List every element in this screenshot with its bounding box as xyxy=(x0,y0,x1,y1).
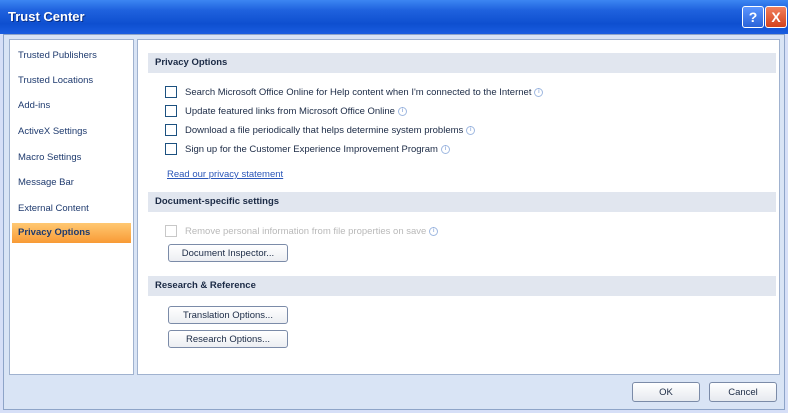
privacy-options-header: Privacy Options xyxy=(148,53,776,73)
document-settings-header: Document-specific settings xyxy=(148,192,776,212)
option-label: Sign up for the Customer Experience Impr… xyxy=(185,143,438,155)
sidebar-item-trusted-publishers[interactable]: Trusted Publishers xyxy=(12,46,131,66)
privacy-statement-link[interactable]: Read our privacy statement xyxy=(167,169,283,180)
option-label: Update featured links from Microsoft Off… xyxy=(185,105,395,117)
option-download-diagnostics[interactable]: Download a file periodically that helps … xyxy=(165,123,476,137)
sidebar-item-macro-settings[interactable]: Macro Settings xyxy=(12,148,131,168)
sidebar-item-trusted-locations[interactable]: Trusted Locations xyxy=(12,71,131,91)
checkbox[interactable] xyxy=(165,105,177,117)
research-reference-header: Research & Reference xyxy=(148,276,776,296)
info-icon: i xyxy=(397,106,407,116)
sidebar-nav: Trusted Publishers Trusted Locations Add… xyxy=(9,39,134,375)
checkbox xyxy=(165,225,177,237)
settings-panel: Privacy Options Search Microsoft Office … xyxy=(137,39,780,375)
dialog-title: Trust Center xyxy=(8,9,85,24)
option-update-featured-links[interactable]: Update featured links from Microsoft Off… xyxy=(165,104,407,118)
trust-center-dialog: Trust Center ? X Trusted Publishers Trus… xyxy=(0,0,788,413)
document-inspector-button[interactable]: Document Inspector... xyxy=(168,244,288,262)
close-button[interactable]: X xyxy=(765,6,787,28)
ok-button[interactable]: OK xyxy=(632,382,700,402)
info-icon: i xyxy=(429,226,439,236)
checkbox[interactable] xyxy=(165,86,177,98)
title-bar[interactable]: Trust Center ? X xyxy=(0,0,788,34)
dialog-body: Trusted Publishers Trusted Locations Add… xyxy=(3,34,785,410)
help-icon: ? xyxy=(748,9,758,25)
research-options-button[interactable]: Research Options... xyxy=(168,330,288,348)
checkbox[interactable] xyxy=(165,143,177,155)
close-icon: X xyxy=(771,9,781,25)
info-icon: i xyxy=(466,125,476,135)
option-label: Download a file periodically that helps … xyxy=(185,124,464,136)
cancel-button[interactable]: Cancel xyxy=(709,382,777,402)
translation-options-button[interactable]: Translation Options... xyxy=(168,306,288,324)
option-label: Remove personal information from file pr… xyxy=(185,225,427,237)
sidebar-item-add-ins[interactable]: Add-ins xyxy=(12,96,131,116)
sidebar-item-external-content[interactable]: External Content xyxy=(12,199,131,219)
checkbox[interactable] xyxy=(165,124,177,136)
info-icon: i xyxy=(440,144,450,154)
sidebar-item-privacy-options[interactable]: Privacy Options xyxy=(12,223,131,243)
sidebar-item-message-bar[interactable]: Message Bar xyxy=(12,173,131,193)
option-label: Search Microsoft Office Online for Help … xyxy=(185,86,532,98)
option-remove-personal-info: Remove personal information from file pr… xyxy=(165,224,439,238)
option-search-online-help[interactable]: Search Microsoft Office Online for Help … xyxy=(165,85,544,99)
option-ceip[interactable]: Sign up for the Customer Experience Impr… xyxy=(165,142,450,156)
help-button[interactable]: ? xyxy=(742,6,764,28)
info-icon: i xyxy=(534,87,544,97)
sidebar-item-activex-settings[interactable]: ActiveX Settings xyxy=(12,122,131,142)
